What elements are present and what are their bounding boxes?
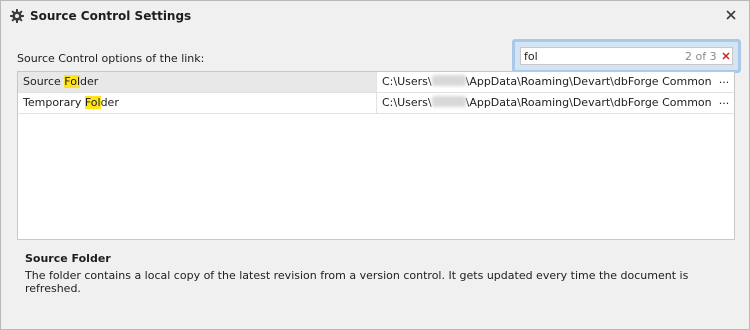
browse-button[interactable]: ···: [715, 72, 733, 92]
search-box[interactable]: 2 of 3: [520, 47, 733, 65]
table-row[interactable]: Source Folder C:\Users\ \AppData\Roaming\…: [18, 72, 734, 93]
property-value-cell[interactable]: C:\Users\ \AppData\Roaming\Devart\dbForge…: [376, 72, 713, 92]
description-title: Source Folder: [25, 252, 111, 265]
clear-search-button[interactable]: [720, 49, 732, 63]
description-panel: Source Folder The folder contains a loca…: [25, 252, 725, 295]
search-highlight: Fol: [64, 75, 81, 88]
search-match-count: 2 of 3: [685, 50, 717, 63]
redacted-username: [431, 75, 466, 86]
dialog-title: Source Control Settings: [30, 9, 192, 23]
search-box-focus-ring: 2 of 3: [512, 39, 741, 73]
property-grid: Source Folder C:\Users\ \AppData\Roaming\…: [17, 71, 735, 240]
description-text: The folder contains a local copy of the …: [25, 269, 689, 295]
search-input[interactable]: [524, 49, 674, 63]
source-control-settings-dialog: Source Control Settings Source Control o…: [0, 0, 750, 330]
table-row[interactable]: Temporary Folder C:\Users\ \AppData\Roami…: [18, 93, 734, 114]
redacted-username: [431, 96, 466, 107]
title-bar: Source Control Settings: [1, 1, 749, 31]
property-name-cell[interactable]: Source Folder: [18, 72, 376, 92]
options-label: Source Control options of the link:: [17, 52, 205, 65]
browse-button[interactable]: ···: [715, 93, 733, 113]
property-name-cell[interactable]: Temporary Folder: [18, 93, 376, 113]
gear-icon: [10, 9, 24, 23]
clear-x-icon: [722, 52, 730, 60]
property-value-cell[interactable]: C:\Users\ \AppData\Roaming\Devart\dbForge…: [376, 93, 713, 113]
search-highlight: Fol: [84, 96, 101, 109]
close-button[interactable]: [721, 7, 741, 25]
close-icon: [726, 9, 736, 23]
